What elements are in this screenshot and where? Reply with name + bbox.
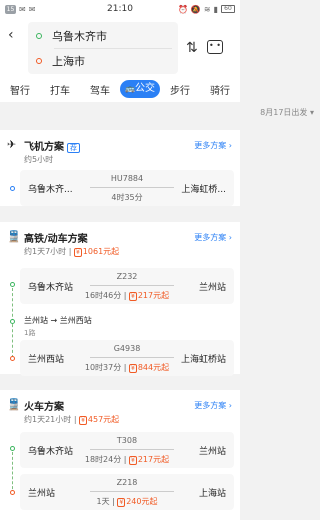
segment-line (90, 285, 174, 286)
highspeed-plan-card[interactable]: 🚆 高铁/动车方案 约1天7小时 | ¥1061元起 更多方案 › 乌鲁木齐站 … (0, 222, 240, 376)
train-icon: 🚆 (7, 230, 21, 243)
train-more-label: 更多方案 (194, 401, 227, 410)
t-seg1-price: 217元起 (137, 455, 170, 464)
options-icon[interactable]: • • (207, 40, 223, 54)
seg1-price: 217元起 (137, 291, 170, 300)
recommend-tag: 荐 (67, 143, 80, 153)
origin-text: 乌鲁木齐市 (52, 30, 107, 43)
ticket-icon: ¥ (129, 364, 137, 373)
segment-line (90, 357, 174, 358)
transfer-dot-icon (10, 319, 15, 324)
route-box: 乌鲁木齐市 上海市 (28, 22, 178, 74)
tab-bike[interactable]: 骑行 (200, 82, 240, 97)
segment-line (90, 187, 174, 188)
seg1-duration: 16时46分 (84, 291, 122, 300)
start-dot-icon (10, 282, 15, 287)
highspeed-segment-2[interactable]: 兰州西站 G4938 10时37分 | ¥844元起 上海虹桥站 (20, 340, 234, 376)
end-dot-icon (10, 490, 15, 495)
highspeed-duration: 约1天7小时 (24, 247, 67, 256)
train-duration: 约1天21小时 (24, 415, 72, 424)
train-segment-2[interactable]: 兰州站 Z218 1天 | ¥240元起 上海站 (20, 474, 234, 510)
seg1-to: 兰州站 (198, 283, 226, 293)
ticket-icon: ¥ (73, 248, 82, 257)
clock: 21:10 (107, 4, 133, 14)
highspeed-more-label: 更多方案 (194, 233, 227, 242)
seg2-to: 上海虹桥站 (180, 355, 226, 365)
plane-more-label: 更多方案 (194, 141, 227, 150)
t-seg1-to: 兰州站 (198, 447, 226, 457)
route-header: ‹ 乌鲁木齐市 上海市 ⇅ • • (0, 18, 240, 76)
swap-route-icon[interactable]: ⇅ (186, 40, 198, 56)
back-arrow-icon[interactable]: ‹ (8, 28, 22, 42)
transfer-text: 兰州站 → 兰州西站 (24, 316, 92, 325)
t-seg1-duration: 18时24分 (84, 455, 122, 464)
highspeed-segment-1[interactable]: 乌鲁木齐站 Z232 16时46分 | ¥217元起 兰州站 (20, 268, 234, 304)
ticket-icon: ¥ (129, 456, 137, 465)
plane-title: 飞机方案荐 (24, 138, 80, 153)
highspeed-price: 1061元起 (82, 247, 120, 256)
tab-walk[interactable]: 步行 (160, 82, 200, 97)
destination-field[interactable]: 上海市 (36, 49, 176, 73)
bus-icon: 🚌 (125, 84, 135, 93)
highspeed-more-plans[interactable]: 更多方案 › (194, 232, 232, 243)
chevron-down-icon: ▾ (309, 108, 314, 117)
highspeed-summary: 约1天7小时 | ¥1061元起 (24, 247, 120, 257)
chevron-right-icon: › (228, 401, 232, 410)
t-seg2-to: 上海站 (198, 489, 226, 499)
tab-transit[interactable]: 🚌公交 (120, 80, 160, 98)
origin-field[interactable]: 乌鲁木齐市 (36, 24, 176, 48)
train-plan-card[interactable]: 🚆 火车方案 约1天21小时 | ¥457元起 更多方案 › 乌鲁木齐站 T30… (0, 390, 240, 520)
t-seg2-price: 240元起 (126, 497, 158, 506)
seg2-duration: 10时37分 (84, 363, 122, 372)
train-icon: 🚆 (7, 398, 21, 411)
tab-transit-label: 公交 (134, 83, 155, 94)
ticket-icon: ¥ (79, 416, 87, 425)
tab-taxi[interactable]: 打车 (40, 82, 80, 97)
transport-mode-tabs: 智行 打车 驾车 🚌公交 步行 骑行 (0, 76, 240, 102)
train-summary: 约1天21小时 | ¥457元起 (24, 415, 120, 425)
segment-line (90, 491, 174, 492)
origin-dot-icon (36, 33, 42, 39)
plane-more-plans[interactable]: 更多方案 › (194, 140, 232, 151)
tab-drive[interactable]: 驾车 (80, 82, 120, 97)
destination-text: 上海市 (52, 55, 85, 68)
plane-stop-dot-icon (10, 186, 15, 191)
train-segment-1[interactable]: 乌鲁木齐站 T308 18时24分 | ¥217元起 兰州站 (20, 432, 234, 468)
chevron-right-icon: › (228, 141, 232, 150)
plane-icon: ✈ (7, 138, 17, 151)
segment-line (90, 449, 174, 450)
departure-date-text: 8月17日出发 (260, 108, 308, 117)
plane-plan-card[interactable]: ✈ 飞机方案荐 约5小时 更多方案 › 乌鲁木齐... HU7884 4时35分… (0, 130, 240, 206)
plane-segment[interactable]: 乌鲁木齐... HU7884 4时35分 上海虹桥... (20, 170, 234, 206)
seg2-price: 844元起 (137, 363, 170, 372)
highspeed-title: 高铁/动车方案 (24, 234, 88, 245)
timeline-line (12, 452, 13, 494)
departure-date[interactable]: 8月17日出发 ▾ (260, 107, 314, 118)
transfer-line: 1路 (24, 329, 36, 337)
plane-title-text: 飞机方案 (24, 142, 64, 153)
ticket-icon: ¥ (117, 498, 126, 507)
destination-dot-icon (36, 58, 42, 64)
t-seg2-duration: 1天 (96, 497, 110, 506)
chevron-right-icon: › (228, 233, 232, 242)
plane-to: 上海虹桥... (181, 185, 226, 195)
start-dot-icon (10, 446, 15, 451)
tab-smart[interactable]: 智行 (0, 82, 40, 97)
plane-duration: 约5小时 (24, 155, 54, 164)
train-title: 火车方案 (24, 402, 64, 413)
train-more-plans[interactable]: 更多方案 › (194, 400, 232, 411)
ticket-icon: ¥ (129, 292, 137, 301)
train-price: 457元起 (87, 415, 120, 424)
end-dot-icon (10, 356, 15, 361)
status-bar: 15 ✉ ✉ 21:10 ⏰ 🔕 ≋ ▮ 60 (0, 0, 240, 18)
